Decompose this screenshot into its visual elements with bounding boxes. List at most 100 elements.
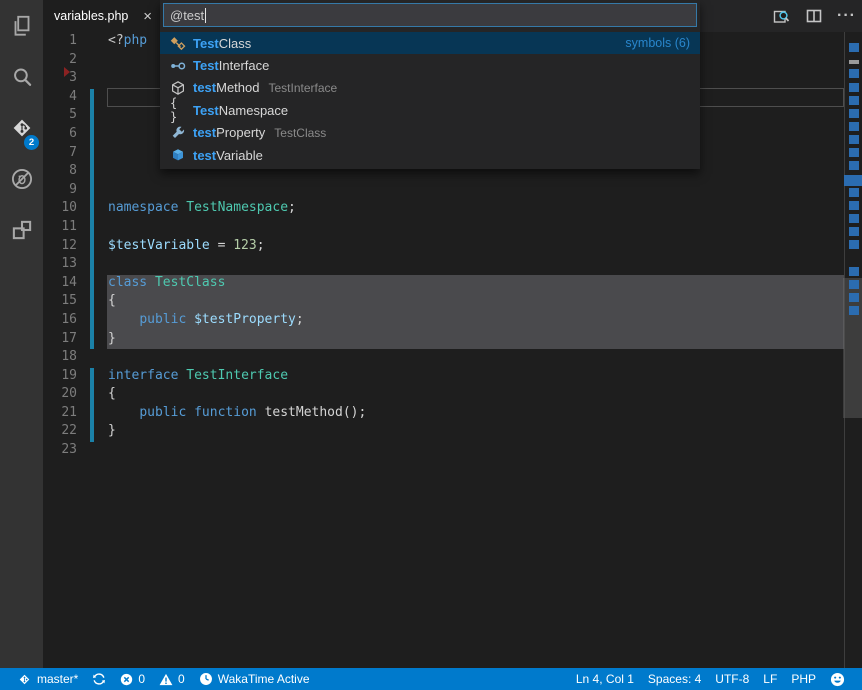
symbol-label: TestClass bbox=[193, 36, 251, 51]
symbol-label: TestNamespace bbox=[193, 103, 288, 118]
clock-icon bbox=[199, 672, 213, 686]
line-number[interactable]: 19 bbox=[43, 368, 86, 387]
overview-mark bbox=[849, 188, 859, 197]
line-number[interactable]: 9 bbox=[43, 182, 86, 201]
code-line-19[interactable]: interface TestInterface bbox=[108, 368, 842, 387]
line-number[interactable]: 1 bbox=[43, 33, 86, 52]
line-number[interactable]: 7 bbox=[43, 145, 86, 164]
status-item-wakatime[interactable]: WakaTime Active bbox=[192, 668, 317, 690]
method-icon bbox=[170, 80, 186, 96]
line-number[interactable]: 17 bbox=[43, 331, 86, 350]
status-item-label: LF bbox=[763, 672, 777, 686]
results-count-badge: symbols (6) bbox=[625, 36, 690, 50]
status-item-warnings[interactable]: 0 bbox=[152, 668, 192, 690]
activity-bar-item-explorer[interactable] bbox=[0, 0, 43, 51]
status-item-language-mode[interactable]: PHP bbox=[784, 668, 823, 690]
line-number[interactable]: 4 bbox=[43, 89, 86, 108]
code-line-21[interactable]: public function testMethod(); bbox=[108, 405, 842, 424]
overview-mark bbox=[849, 227, 859, 236]
quick-open-widget: @test TestClasssymbols (6)TestInterfacet… bbox=[160, 0, 700, 169]
status-item-errors[interactable]: 0 bbox=[113, 668, 152, 690]
status-item-label: 0 bbox=[138, 672, 145, 686]
status-item-encoding[interactable]: UTF-8 bbox=[708, 668, 756, 690]
line-number[interactable]: 23 bbox=[43, 442, 86, 461]
overview-mark bbox=[849, 122, 859, 131]
line-number[interactable]: 6 bbox=[43, 126, 86, 145]
code-line-18[interactable] bbox=[108, 349, 842, 368]
overview-mark bbox=[849, 293, 859, 302]
code-line-16[interactable]: public $testProperty; bbox=[108, 312, 842, 331]
status-item-git-branch[interactable]: master* bbox=[10, 668, 85, 690]
line-number[interactable]: 12 bbox=[43, 238, 86, 257]
overview-mark bbox=[849, 148, 859, 157]
quickopen-item-testMethod[interactable]: testMethodTestInterface bbox=[160, 77, 700, 99]
split-editor-icon[interactable] bbox=[805, 7, 823, 25]
code-line-13[interactable] bbox=[108, 256, 842, 275]
status-item-cursor-position[interactable]: Ln 4, Col 1 bbox=[569, 668, 641, 690]
open-preview-icon[interactable] bbox=[772, 7, 791, 26]
debug-icon bbox=[9, 166, 35, 192]
quickopen-results-list: TestClass symbols (6) TestInterfacetestMet… bbox=[160, 30, 700, 169]
more-actions-icon[interactable]: ··· bbox=[837, 7, 856, 25]
activity-bar-item-source-control[interactable]: 2 bbox=[0, 102, 43, 153]
overview-mark bbox=[849, 135, 859, 144]
code-line-14[interactable]: class TestClass bbox=[108, 275, 842, 294]
code-line-11[interactable] bbox=[108, 219, 842, 238]
activity-bar-item-debug[interactable] bbox=[0, 153, 43, 204]
line-number[interactable]: 18 bbox=[43, 349, 86, 368]
warnings-icon bbox=[159, 673, 173, 686]
status-item-eol[interactable]: LF bbox=[756, 668, 784, 690]
tab-close-icon[interactable]: × bbox=[143, 9, 152, 24]
status-item-indentation[interactable]: Spaces: 4 bbox=[641, 668, 708, 690]
code-line-20[interactable]: { bbox=[108, 386, 842, 405]
code-line-17[interactable]: } bbox=[108, 331, 842, 350]
line-number[interactable]: 3 bbox=[43, 70, 86, 89]
line-number[interactable]: 14 bbox=[43, 275, 86, 294]
git-modified-gutter bbox=[90, 89, 94, 349]
activity-bar-item-search[interactable] bbox=[0, 51, 43, 102]
tab-variables-php[interactable]: variables.php × bbox=[43, 0, 160, 32]
line-number[interactable]: 20 bbox=[43, 386, 86, 405]
overview-mark bbox=[849, 96, 859, 105]
overview-mark bbox=[849, 60, 859, 64]
status-item-label: Ln 4, Col 1 bbox=[576, 672, 634, 686]
status-item-sync[interactable] bbox=[85, 668, 113, 690]
symbol-detail: TestClass bbox=[274, 126, 326, 140]
line-number[interactable]: 22 bbox=[43, 423, 86, 442]
line-number[interactable]: 16 bbox=[43, 312, 86, 331]
line-number[interactable]: 21 bbox=[43, 405, 86, 424]
code-line-9[interactable] bbox=[108, 182, 842, 201]
overview-mark bbox=[849, 240, 859, 249]
quickopen-item-TestClass[interactable]: TestClass symbols (6) bbox=[160, 32, 700, 54]
status-item-label: master* bbox=[37, 672, 78, 686]
sync-icon bbox=[92, 672, 106, 686]
text-caret bbox=[205, 8, 206, 23]
quickopen-item-testVariable[interactable]: testVariable bbox=[160, 144, 700, 166]
errors-icon bbox=[120, 673, 133, 686]
line-number[interactable]: 11 bbox=[43, 219, 86, 238]
overview-mark bbox=[849, 69, 859, 78]
code-line-22[interactable]: } bbox=[108, 423, 842, 442]
line-number[interactable]: 13 bbox=[43, 256, 86, 275]
line-number[interactable]: 5 bbox=[43, 107, 86, 126]
status-item-feedback[interactable] bbox=[823, 668, 852, 690]
line-number[interactable]: 2 bbox=[43, 52, 86, 71]
quickopen-item-TestNamespace[interactable]: { }TestNamespace bbox=[160, 99, 700, 121]
overview-mark bbox=[849, 201, 859, 210]
editor-actions: ··· bbox=[772, 0, 856, 32]
line-number[interactable]: 10 bbox=[43, 200, 86, 219]
status-item-label: Spaces: 4 bbox=[648, 672, 701, 686]
code-line-15[interactable]: { bbox=[108, 293, 842, 312]
tab-title: variables.php bbox=[54, 9, 137, 23]
quickopen-item-testProperty[interactable]: testPropertyTestClass bbox=[160, 122, 700, 144]
code-line-12[interactable]: $testVariable = 123; bbox=[108, 238, 842, 257]
code-line-23[interactable] bbox=[108, 442, 842, 461]
activity-bar-item-extensions[interactable] bbox=[0, 204, 43, 255]
line-number[interactable]: 8 bbox=[43, 163, 86, 182]
overview-mark bbox=[849, 214, 859, 223]
line-number[interactable]: 15 bbox=[43, 293, 86, 312]
overview-mark bbox=[849, 267, 859, 276]
quickopen-item-TestInterface[interactable]: TestInterface bbox=[160, 54, 700, 76]
code-line-10[interactable]: namespace TestNamespace; bbox=[108, 200, 842, 219]
quickopen-input[interactable]: @test bbox=[163, 3, 697, 27]
